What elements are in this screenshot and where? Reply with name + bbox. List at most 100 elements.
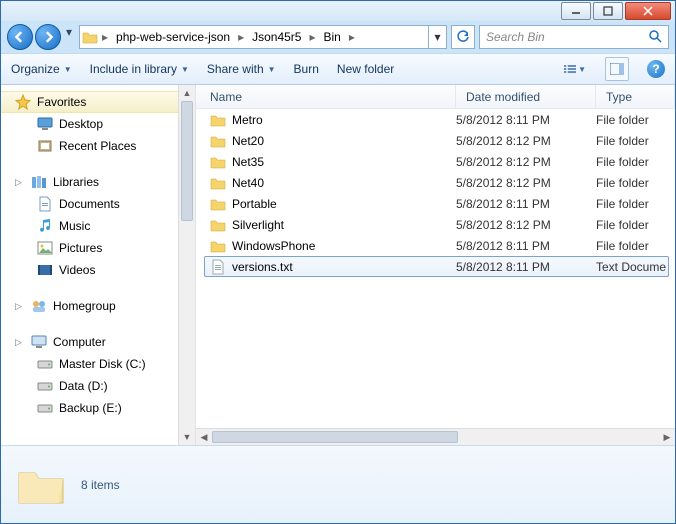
minimize-button[interactable] <box>561 2 591 20</box>
navpane-scrollbar[interactable]: ▲ ▼ <box>178 85 195 445</box>
nav-computer[interactable]: ▷Computer <box>1 331 195 353</box>
breadcrumb-item[interactable]: php-web-service-json <box>110 26 236 48</box>
file-row[interactable]: Net355/8/2012 8:12 PMFile folder <box>196 151 675 172</box>
scroll-thumb[interactable] <box>181 101 193 221</box>
expand-icon[interactable]: ▷ <box>15 337 25 348</box>
file-name: Metro <box>232 113 263 127</box>
file-name: Net20 <box>232 134 264 148</box>
nav-homegroup[interactable]: ▷Homegroup <box>1 295 195 317</box>
file-date: 5/8/2012 8:12 PM <box>456 176 596 190</box>
file-row[interactable]: Net405/8/2012 8:12 PMFile folder <box>196 172 675 193</box>
drive-icon <box>37 356 53 372</box>
recent-icon <box>37 138 53 154</box>
share-with-menu[interactable]: Share with▼ <box>207 62 276 76</box>
include-in-library-menu[interactable]: Include in library▼ <box>90 62 189 76</box>
history-dropdown[interactable]: ▾ <box>63 24 75 40</box>
status-text: 8 items <box>81 478 120 492</box>
file-row[interactable]: Portable5/8/2012 8:11 PMFile folder <box>196 193 675 214</box>
breadcrumb-item[interactable]: Bin <box>318 26 347 48</box>
burn-button[interactable]: Burn <box>294 62 319 76</box>
folder-icon <box>210 217 226 233</box>
scroll-left-icon[interactable]: ◀ <box>196 432 212 443</box>
music-icon <box>37 218 53 234</box>
chevron-right-icon[interactable]: ▸ <box>236 30 246 44</box>
file-name: Portable <box>232 197 277 211</box>
folder-icon <box>210 133 226 149</box>
breadcrumb-item[interactable]: Json45r5 <box>246 26 307 48</box>
titlebar <box>1 1 675 21</box>
close-button[interactable] <box>625 2 671 20</box>
nav-favorites[interactable]: Favorites <box>1 91 195 113</box>
chevron-right-icon[interactable]: ▸ <box>347 30 357 44</box>
file-date: 5/8/2012 8:12 PM <box>456 155 596 169</box>
file-row[interactable]: versions.txt5/8/2012 8:11 PMText Docume <box>204 256 669 277</box>
file-row[interactable]: Net20 5/8/2012 8:12 PMFile folder <box>196 130 675 151</box>
homegroup-icon <box>31 298 47 314</box>
chevron-right-icon[interactable]: ▸ <box>100 30 110 44</box>
expand-icon[interactable]: ▷ <box>15 301 25 312</box>
refresh-button[interactable] <box>451 25 475 49</box>
view-options-button[interactable]: ▼ <box>563 57 587 81</box>
file-name: Net35 <box>232 155 264 169</box>
file-date: 5/8/2012 8:12 PM <box>456 134 596 148</box>
libraries-icon <box>31 174 47 190</box>
address-bar[interactable]: ▸ php-web-service-json ▸ Json45r5 ▸ Bin … <box>79 25 447 49</box>
folder-icon <box>210 112 226 128</box>
toolbar: Organize▼ Include in library▼ Share with… <box>1 53 675 85</box>
file-row[interactable]: WindowsPhone5/8/2012 8:11 PMFile folder <box>196 235 675 256</box>
nav-pictures[interactable]: Pictures <box>1 237 195 259</box>
navigation-pane: Favorites Desktop Recent Places ▷Librari… <box>1 85 196 445</box>
file-row[interactable]: Silverlight 5/8/2012 8:12 PMFile folder <box>196 214 675 235</box>
documents-icon <box>37 196 53 212</box>
organize-menu[interactable]: Organize▼ <box>11 62 72 76</box>
horizontal-scrollbar[interactable]: ◀ ▶ <box>196 428 675 445</box>
folder-icon <box>15 463 67 507</box>
column-headers: Name Date modified Type <box>196 85 675 109</box>
file-type: File folder <box>596 218 675 232</box>
nav-drive-e[interactable]: Backup (E:) <box>1 397 195 419</box>
scroll-down-icon[interactable]: ▼ <box>179 429 195 445</box>
file-name: versions.txt <box>232 260 293 274</box>
nav-videos[interactable]: Videos <box>1 259 195 281</box>
file-date: 5/8/2012 8:12 PM <box>456 218 596 232</box>
folder-icon <box>80 30 100 44</box>
column-date-modified[interactable]: Date modified <box>456 85 596 108</box>
column-name[interactable]: Name <box>196 85 456 108</box>
search-box[interactable]: Search Bin <box>479 25 669 49</box>
nav-desktop[interactable]: Desktop <box>1 113 195 135</box>
chevron-right-icon[interactable]: ▸ <box>307 30 317 44</box>
new-folder-button[interactable]: New folder <box>337 62 394 76</box>
expand-icon[interactable]: ▷ <box>15 177 25 188</box>
file-name: Silverlight <box>232 218 284 232</box>
scroll-up-icon[interactable]: ▲ <box>179 85 195 101</box>
file-row[interactable]: Metro5/8/2012 8:11 PMFile folder <box>196 109 675 130</box>
nav-libraries[interactable]: ▷Libraries <box>1 171 195 193</box>
search-placeholder: Search Bin <box>486 30 648 44</box>
text-file-icon <box>210 259 226 275</box>
nav-recent-places[interactable]: Recent Places <box>1 135 195 157</box>
nav-drive-d[interactable]: Data (D:) <box>1 375 195 397</box>
file-type: File folder <box>596 134 675 148</box>
scroll-thumb[interactable] <box>212 431 458 443</box>
maximize-button[interactable] <box>593 2 623 20</box>
file-date: 5/8/2012 8:11 PM <box>456 197 596 211</box>
navbar: ▾ ▸ php-web-service-json ▸ Json45r5 ▸ Bi… <box>1 21 675 53</box>
file-date: 5/8/2012 8:11 PM <box>456 239 596 253</box>
nav-drive-c[interactable]: Master Disk (C:) <box>1 353 195 375</box>
folder-icon <box>210 175 226 191</box>
file-date: 5/8/2012 8:11 PM <box>456 260 596 274</box>
pictures-icon <box>37 240 53 256</box>
file-list: Name Date modified Type Metro5/8/2012 8:… <box>196 85 675 445</box>
help-button[interactable]: ? <box>647 60 665 78</box>
forward-button[interactable] <box>35 24 61 50</box>
address-dropdown[interactable]: ▾ <box>428 26 446 48</box>
back-button[interactable] <box>7 24 33 50</box>
file-type: File folder <box>596 113 675 127</box>
nav-music[interactable]: Music <box>1 215 195 237</box>
file-type: File folder <box>596 176 675 190</box>
nav-documents[interactable]: Documents <box>1 193 195 215</box>
desktop-icon <box>37 116 53 132</box>
column-type[interactable]: Type <box>596 85 675 108</box>
scroll-right-icon[interactable]: ▶ <box>659 432 675 443</box>
preview-pane-button[interactable] <box>605 57 629 81</box>
